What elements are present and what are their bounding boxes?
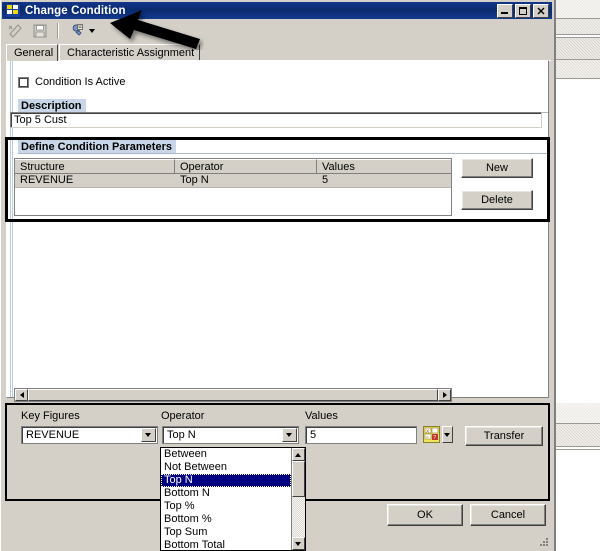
- tab-characteristic-assignment[interactable]: Characteristic Assignment: [59, 44, 200, 61]
- sap-window-icon: [5, 3, 21, 18]
- tab-characteristic-assignment-label: Characteristic Assignment: [67, 47, 194, 59]
- panel-horizontal-scrollbar[interactable]: [14, 388, 452, 402]
- operator-dropdown-items: Between Not Between Top N Bottom N Top %…: [161, 448, 291, 550]
- dropdown-scroll-up-button[interactable]: [292, 448, 305, 461]
- table-header-row: Structure Operator Values: [15, 159, 451, 174]
- dropdown-option-bottom-total[interactable]: Bottom Total: [161, 539, 291, 550]
- column-header-values[interactable]: Values: [317, 159, 451, 174]
- close-icon: [534, 5, 548, 17]
- table-row[interactable]: REVENUE Top N 5: [15, 174, 451, 188]
- scrollbar-thumb[interactable]: [28, 389, 438, 401]
- background-divider: [556, 34, 600, 35]
- dropdown-option-top-sum[interactable]: Top Sum: [161, 526, 291, 539]
- dropdown-option-top-percent[interactable]: Top %: [161, 500, 291, 513]
- close-button[interactable]: [533, 4, 549, 18]
- save-disk-icon[interactable]: [31, 22, 49, 40]
- background-divider: [556, 78, 600, 79]
- svg-text:=: =: [426, 435, 429, 440]
- variable-selector-icon[interactable]: X = ?: [423, 426, 440, 443]
- operator-dropdown-arrow-icon[interactable]: [282, 428, 297, 442]
- key-figures-value: REVENUE: [22, 427, 141, 443]
- background-window: [556, 0, 600, 551]
- parameters-section-header: Define Condition Parameters: [18, 140, 176, 154]
- column-header-operator[interactable]: Operator: [175, 159, 317, 174]
- cell-structure: REVENUE: [15, 174, 175, 188]
- background-row: [556, 403, 600, 423]
- dialog-left-edge: [0, 0, 3, 551]
- tab-general-label: General: [14, 47, 53, 59]
- background-row: [556, 60, 600, 78]
- tab-general[interactable]: General: [6, 44, 58, 61]
- scroll-right-button[interactable]: [438, 389, 451, 401]
- general-tab-panel: Condition Is Active Description Define C…: [6, 60, 549, 398]
- ok-button[interactable]: OK: [387, 504, 463, 526]
- operator-dropdown-list[interactable]: Between Not Between Top N Bottom N Top %…: [160, 447, 306, 551]
- condition-is-active-row[interactable]: Condition Is Active: [18, 76, 126, 88]
- key-figures-dropdown-arrow-icon[interactable]: [141, 428, 156, 442]
- dropdown-option-not-between[interactable]: Not Between: [161, 461, 291, 474]
- column-header-structure[interactable]: Structure: [15, 159, 175, 174]
- background-row: [556, 19, 600, 34]
- background-divider: [556, 446, 600, 447]
- operator-combobox[interactable]: Top N: [162, 426, 299, 444]
- background-divider: [556, 449, 600, 450]
- scroll-left-button[interactable]: [15, 389, 28, 401]
- svg-text:?: ?: [433, 435, 436, 441]
- condition-is-active-checkbox[interactable]: [18, 77, 29, 88]
- window-title: Change Condition: [25, 5, 126, 17]
- cell-values: 5: [317, 174, 451, 188]
- operator-label: Operator: [161, 410, 204, 422]
- parameters-section-rule: [18, 153, 549, 154]
- operator-value: Top N: [163, 427, 282, 443]
- background-row: [556, 424, 600, 446]
- description-input[interactable]: [10, 112, 542, 128]
- settings-wrench-icon[interactable]: [67, 22, 85, 40]
- title-bar[interactable]: Change Condition: [2, 2, 552, 19]
- dropdown-option-top-n[interactable]: Top N: [161, 474, 291, 487]
- background-row: [556, 38, 600, 59]
- toolbar: [2, 20, 552, 42]
- variable-dropdown-arrow-icon[interactable]: [442, 426, 453, 443]
- table-empty-area: [15, 188, 451, 215]
- cell-operator: Top N: [175, 174, 317, 188]
- dropdown-option-bottom-percent[interactable]: Bottom %: [161, 513, 291, 526]
- toolbar-separator: [57, 23, 59, 39]
- condition-parameters-table: Structure Operator Values REVENUE Top N …: [14, 158, 452, 216]
- svg-text:X: X: [426, 428, 429, 433]
- minimize-button[interactable]: [497, 4, 513, 18]
- dropdown-scrollbar[interactable]: [291, 448, 305, 550]
- scrollbar-track[interactable]: [28, 389, 438, 401]
- tab-strip: General Characteristic Assignment: [6, 44, 551, 61]
- window-controls: [497, 4, 550, 18]
- toolbar-dropdown-arrow-icon[interactable]: [89, 29, 95, 33]
- maximize-button[interactable]: [515, 4, 531, 18]
- dropdown-scroll-down-button[interactable]: [292, 537, 305, 550]
- screenshot-root: Change Condition: [0, 0, 600, 551]
- transfer-button[interactable]: Transfer: [465, 426, 543, 446]
- dropdown-option-between[interactable]: Between: [161, 448, 291, 461]
- new-button[interactable]: New: [461, 158, 533, 178]
- key-figures-label: Key Figures: [21, 410, 80, 422]
- values-input[interactable]: [305, 426, 417, 444]
- dropdown-option-bottom-n[interactable]: Bottom N: [161, 487, 291, 500]
- resize-grip[interactable]: [538, 536, 550, 548]
- condition-is-active-label: Condition Is Active: [35, 76, 126, 88]
- description-section-header: Description: [18, 99, 86, 113]
- values-label: Values: [305, 410, 338, 422]
- cancel-button[interactable]: Cancel: [470, 504, 546, 526]
- delete-button[interactable]: Delete: [461, 190, 533, 210]
- dropdown-scrollbar-thumb[interactable]: [292, 461, 305, 497]
- key-figures-combobox[interactable]: REVENUE: [21, 426, 158, 444]
- background-row: [556, 0, 600, 18]
- check-pencil-icon[interactable]: [7, 22, 25, 40]
